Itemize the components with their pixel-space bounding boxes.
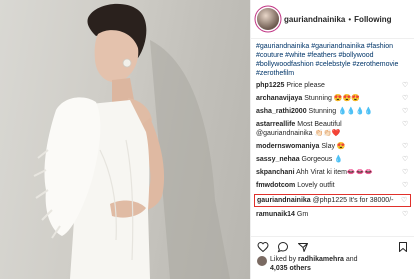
comment-text: Slay 😍 <box>321 143 346 150</box>
heart-icon[interactable]: ♡ <box>402 107 409 116</box>
comment-username[interactable]: modernswomaniya <box>256 143 319 150</box>
comment-username[interactable]: sassy_nehaa <box>256 156 300 163</box>
caption-hashtags[interactable]: #gauriandnainika #gauriandnainika #fashi… <box>256 42 409 78</box>
post-photo[interactable] <box>0 0 250 279</box>
likes-prefix: Liked by <box>270 256 299 263</box>
heart-icon[interactable]: ♡ <box>401 196 408 205</box>
post-header: gauriandnainika • Following <box>251 0 414 39</box>
comment-row: fmwdotcom Lovely outfit ♡ <box>256 181 409 190</box>
likes-user[interactable]: radhikamehra <box>298 256 344 263</box>
comment-text: Price please <box>286 82 325 89</box>
comment-row: skpanchani Ahh Virat ki item👄👄👄 ♡ <box>256 168 409 177</box>
heart-icon[interactable]: ♡ <box>402 155 409 164</box>
heart-icon[interactable]: ♡ <box>402 168 409 177</box>
comment-username[interactable]: asha_rathi2000 <box>256 108 307 115</box>
comment-row: astarreallife Most Beautiful @gauriandna… <box>256 120 409 138</box>
header-separator: • <box>348 14 352 24</box>
comment-row: modernswomaniya Slay 😍 ♡ <box>256 142 409 151</box>
comment-username[interactable]: fmwdotcom <box>256 182 295 189</box>
comment-text: @php1225 It's for 38000/- <box>312 197 394 204</box>
heart-icon[interactable]: ♡ <box>402 142 409 151</box>
comment-text: Gorgeous 💧 <box>301 156 343 163</box>
share-icon[interactable] <box>297 240 309 252</box>
likes-summary: Liked by radhikamehra and 4,035 others <box>251 255 414 273</box>
heart-icon[interactable]: ♡ <box>402 94 409 103</box>
likes-middle: and <box>343 256 358 263</box>
action-bar <box>251 236 414 254</box>
comment-row: archanavijaya Stunning 😍😍😍 ♡ <box>256 94 409 103</box>
liker-avatar[interactable] <box>257 256 267 266</box>
comment-text: Stunning 😍😍😍 <box>304 95 360 102</box>
comments-list: #gauriandnainika #gauriandnainika #fashi… <box>251 39 414 219</box>
comment-row: asha_rathi2000 Stunning 💧💧💧💧 ♡ <box>256 107 409 116</box>
comment-row: sassy_nehaa Gorgeous 💧 ♡ <box>256 155 409 164</box>
comment-text: Gm <box>296 211 309 218</box>
comment-username[interactable]: gauriandnainika <box>257 197 311 204</box>
comment-username[interactable]: archanavijaya <box>256 95 302 102</box>
heart-icon[interactable]: ♡ <box>402 181 409 190</box>
likes-others[interactable]: 4,035 others <box>270 265 311 272</box>
header-username[interactable]: gauriandnainika <box>284 15 345 24</box>
comment-text: Lovely outfit <box>297 182 335 189</box>
heart-icon[interactable] <box>257 240 269 252</box>
comment-username[interactable]: php1225 <box>256 82 284 89</box>
avatar[interactable] <box>257 8 279 30</box>
heart-icon[interactable]: ♡ <box>402 120 409 129</box>
highlighted-comment-row: gauriandnainika @php1225 It's for 38000/… <box>254 194 411 207</box>
comment-icon[interactable] <box>277 240 289 252</box>
heart-icon[interactable]: ♡ <box>402 81 409 90</box>
comment-username[interactable]: ramunaik14 <box>256 211 295 218</box>
comment-text: Ahh Virat ki item👄👄👄 <box>296 169 374 176</box>
photo-illustration <box>33 3 230 279</box>
following-button[interactable]: Following <box>354 15 391 24</box>
comment-row: php1225 Price please ♡ <box>256 81 409 90</box>
comment-row: ramunaik14 Gm ♡ <box>256 210 409 219</box>
comment-text: Stunning 💧💧💧💧 <box>308 108 373 115</box>
heart-icon[interactable]: ♡ <box>402 210 409 219</box>
post-side-panel: gauriandnainika • Following #gauriandnai… <box>250 0 414 279</box>
instagram-post: gauriandnainika • Following #gauriandnai… <box>0 0 414 279</box>
comment-username[interactable]: skpanchani <box>256 169 295 176</box>
bookmark-icon[interactable] <box>397 240 409 252</box>
comment-username[interactable]: astarreallife <box>256 121 295 128</box>
